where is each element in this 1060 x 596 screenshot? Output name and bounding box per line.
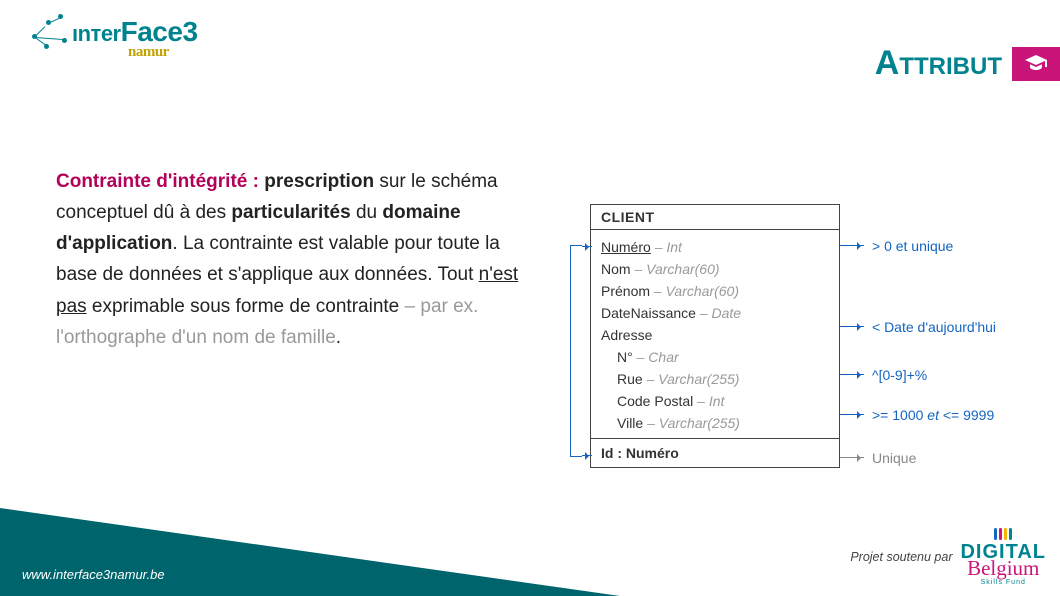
arrow-icon (840, 326, 864, 327)
attr-row: Rue – Varchar(255) (601, 368, 829, 390)
slide-title-text: Attribut (875, 44, 1002, 83)
attr-row: DateNaissance – Date (601, 302, 829, 324)
slide-title: Attribut (875, 44, 1060, 83)
attr-row: Ville – Varchar(255) (601, 412, 829, 434)
entity-title: CLIENT (591, 205, 839, 230)
definition-paragraph: Contrainte d'intégrité : prescription su… (56, 166, 526, 353)
constraint-text: ^[0-9]+% (872, 367, 927, 383)
logo: ınтerFace3 namur (28, 14, 198, 61)
attr-row: Numéro – Int (601, 236, 829, 258)
footer-decor (0, 508, 620, 596)
graduation-cap-icon (1012, 47, 1060, 81)
constraint-text: < Date d'aujourd'hui (872, 319, 996, 335)
logo-graph-icon (28, 14, 66, 50)
link-bracket-icon (570, 245, 582, 457)
footer-right: Projet soutenu par DIGITAL Belgium Skill… (850, 528, 1046, 586)
constraint-text: >= 1000 et <= 9999 (872, 407, 994, 423)
attr-row: N° – Char (601, 346, 829, 368)
arrow-icon (840, 414, 864, 415)
footer-project-label: Projet soutenu par (850, 550, 952, 564)
constraint-text: > 0 et unique (872, 238, 953, 254)
digital-belgium-logo: DIGITAL Belgium Skills Fund (960, 528, 1046, 586)
entity-body: Numéro – Int Nom – Varchar(60) Prénom – … (591, 230, 839, 439)
constraint-text: Unique (872, 450, 916, 466)
footer-url: www.interface3namur.be (22, 567, 165, 582)
arrow-icon (840, 245, 864, 246)
entity-box-client: CLIENT Numéro – Int Nom – Varchar(60) Pr… (590, 204, 840, 468)
attr-row-adresse: Adresse (601, 324, 829, 346)
digital-belgium-icon (960, 528, 1046, 540)
attr-row: Nom – Varchar(60) (601, 258, 829, 280)
attr-row: Code Postal – Int (601, 390, 829, 412)
arrow-icon (840, 374, 864, 375)
attr-row: Prénom – Varchar(60) (601, 280, 829, 302)
entity-id-row: Id : Numéro (591, 439, 839, 467)
arrow-icon (840, 457, 864, 458)
